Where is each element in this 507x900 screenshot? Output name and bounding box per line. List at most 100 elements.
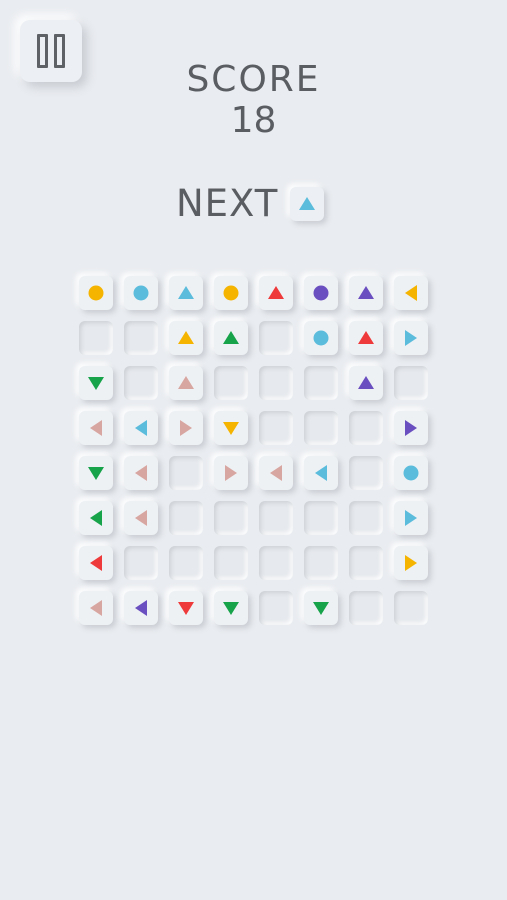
triangle-right-piece-icon <box>405 510 417 526</box>
board-tile[interactable] <box>394 276 428 310</box>
empty-cell[interactable] <box>214 546 248 580</box>
triangle-left-piece-icon <box>405 285 417 301</box>
board-tile[interactable] <box>214 411 248 445</box>
board-tile[interactable] <box>304 456 338 490</box>
triangle-down-piece-icon <box>178 602 194 615</box>
board-tile[interactable] <box>349 321 383 355</box>
triangle-left-piece-icon <box>90 510 102 526</box>
score-label: SCORE <box>186 59 321 100</box>
triangle-up-piece-icon <box>358 286 374 299</box>
board-tile[interactable] <box>214 456 248 490</box>
circle-piece-icon <box>313 285 329 301</box>
board-tile[interactable] <box>79 501 113 535</box>
board-tile[interactable] <box>79 456 113 490</box>
board-tile[interactable] <box>79 411 113 445</box>
empty-cell[interactable] <box>349 456 383 490</box>
triangle-left-piece-icon <box>90 600 102 616</box>
board-tile[interactable] <box>394 456 428 490</box>
board-tile[interactable] <box>394 321 428 355</box>
board-tile[interactable] <box>214 591 248 625</box>
board-tile[interactable] <box>304 591 338 625</box>
circle-piece-icon <box>88 285 104 301</box>
empty-cell[interactable] <box>304 546 338 580</box>
board-tile[interactable] <box>79 276 113 310</box>
empty-cell[interactable] <box>259 501 293 535</box>
triangle-left-piece-icon <box>135 600 147 616</box>
empty-cell[interactable] <box>349 591 383 625</box>
board-tile[interactable] <box>124 276 158 310</box>
triangle-up-piece-icon <box>358 376 374 389</box>
board-tile[interactable] <box>79 591 113 625</box>
triangle-right-piece-icon <box>225 465 237 481</box>
board-tile[interactable] <box>394 546 428 580</box>
empty-cell[interactable] <box>349 546 383 580</box>
empty-cell[interactable] <box>259 411 293 445</box>
next-piece-tile <box>290 187 325 221</box>
empty-cell[interactable] <box>259 546 293 580</box>
triangle-right-piece-icon <box>405 420 417 436</box>
empty-cell[interactable] <box>394 591 428 625</box>
board-tile[interactable] <box>304 276 338 310</box>
board-tile[interactable] <box>214 276 248 310</box>
triangle-left-piece-icon <box>315 465 327 481</box>
board-tile[interactable] <box>214 321 248 355</box>
empty-cell[interactable] <box>394 366 428 400</box>
empty-cell[interactable] <box>304 366 338 400</box>
board-tile[interactable] <box>124 456 158 490</box>
empty-cell[interactable] <box>349 501 383 535</box>
board-tile[interactable] <box>124 591 158 625</box>
board-tile[interactable] <box>169 411 203 445</box>
empty-cell[interactable] <box>304 501 338 535</box>
empty-cell[interactable] <box>169 501 203 535</box>
board-tile[interactable] <box>304 321 338 355</box>
triangle-up-piece-icon <box>223 331 239 344</box>
board-tile[interactable] <box>394 501 428 535</box>
board-tile[interactable] <box>124 501 158 535</box>
triangle-left-piece-icon <box>135 510 147 526</box>
empty-cell[interactable] <box>169 456 203 490</box>
empty-cell[interactable] <box>259 321 293 355</box>
empty-cell[interactable] <box>124 366 158 400</box>
board-tile[interactable] <box>169 591 203 625</box>
empty-cell[interactable] <box>124 321 158 355</box>
empty-cell[interactable] <box>259 366 293 400</box>
board-tile[interactable] <box>79 366 113 400</box>
board-tile[interactable] <box>349 366 383 400</box>
empty-cell[interactable] <box>169 546 203 580</box>
circle-piece-icon <box>223 285 239 301</box>
board-tile[interactable] <box>394 411 428 445</box>
circle-piece-icon <box>133 285 149 301</box>
empty-cell[interactable] <box>124 546 158 580</box>
triangle-right-piece-icon <box>180 420 192 436</box>
board-tile[interactable] <box>259 276 293 310</box>
board-tile[interactable] <box>349 276 383 310</box>
triangle-right-piece-icon <box>405 330 417 346</box>
triangle-left-piece-icon <box>135 420 147 436</box>
triangle-right-piece-icon <box>405 555 417 571</box>
board-tile[interactable] <box>169 276 203 310</box>
circle-piece-icon <box>403 465 419 481</box>
empty-cell[interactable] <box>214 501 248 535</box>
triangle-left-piece-icon <box>90 555 102 571</box>
empty-cell[interactable] <box>349 411 383 445</box>
triangle-left-piece-icon <box>90 420 102 436</box>
circle-piece-icon <box>313 330 329 346</box>
empty-cell[interactable] <box>79 321 113 355</box>
board-tile[interactable] <box>169 366 203 400</box>
triangle-up-piece-icon <box>178 376 194 389</box>
next-label: NEXT <box>176 182 279 225</box>
board-tile[interactable] <box>79 546 113 580</box>
board-tile[interactable] <box>169 321 203 355</box>
triangle-down-piece-icon <box>88 467 104 480</box>
empty-cell[interactable] <box>259 591 293 625</box>
board-tile[interactable] <box>259 456 293 490</box>
triangle-up-piece-icon <box>358 331 374 344</box>
triangle-down-piece-icon <box>313 602 329 615</box>
empty-cell[interactable] <box>214 366 248 400</box>
triangle-up-piece-icon <box>268 286 284 299</box>
board-tile[interactable] <box>124 411 158 445</box>
game-board <box>79 276 428 625</box>
triangle-down-piece-icon <box>88 377 104 390</box>
next-piece-preview: NEXT <box>176 182 325 225</box>
empty-cell[interactable] <box>304 411 338 445</box>
